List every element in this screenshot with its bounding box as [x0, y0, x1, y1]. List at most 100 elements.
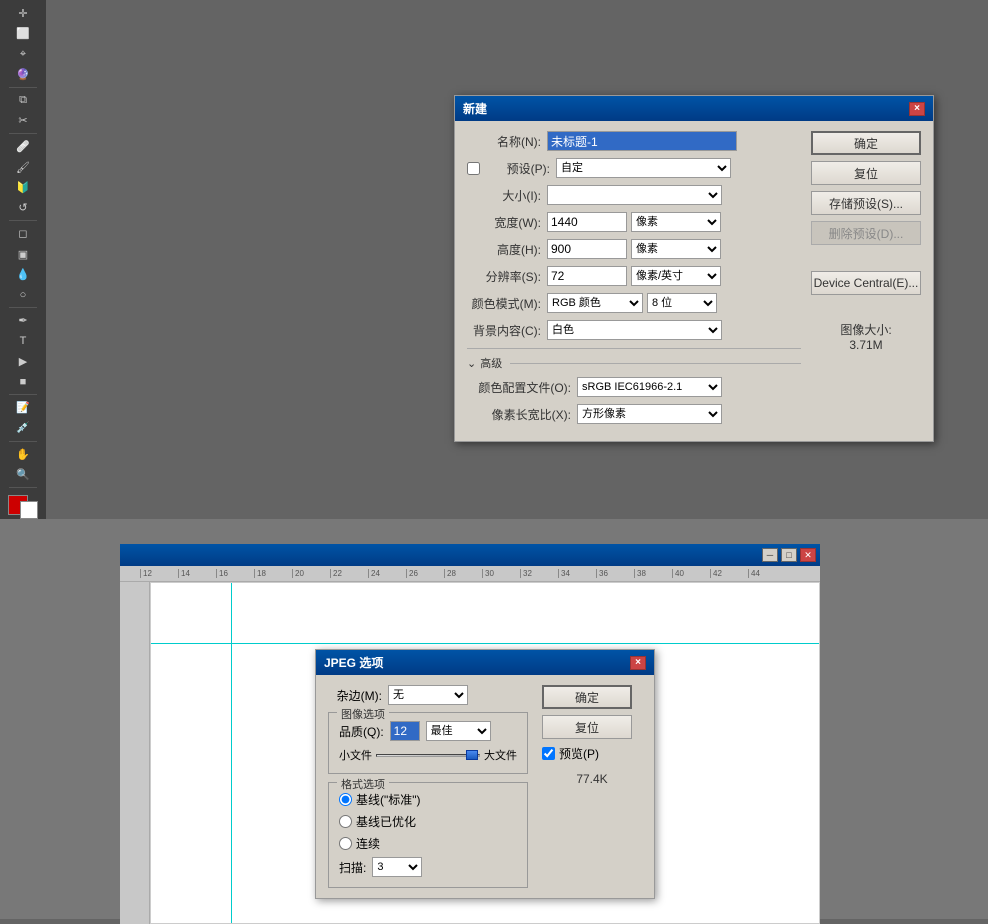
jpeg-top-section: 杂边(M): 无 图像选项 品质(Q):: [328, 685, 642, 888]
notes-tool[interactable]: 📝: [10, 398, 36, 417]
jpeg-right-section: 确定 复位 预览(P) 77.4K: [542, 685, 642, 786]
close-button[interactable]: ✕: [800, 548, 816, 562]
color-profile-select[interactable]: sRGB IEC61966-2.1: [577, 377, 722, 397]
quality-preset-select[interactable]: 最佳: [426, 721, 491, 741]
height-input[interactable]: [547, 239, 627, 259]
background-select[interactable]: 白色: [547, 320, 722, 340]
marquee-tool[interactable]: ⬜: [10, 24, 36, 43]
ruler-mark: 30: [482, 569, 520, 578]
width-unit-select[interactable]: 像素: [631, 212, 721, 232]
preview-check: 预览(P): [542, 745, 642, 762]
eyedropper-tool[interactable]: 💉: [10, 418, 36, 437]
jpeg-ok-button[interactable]: 确定: [542, 685, 632, 709]
horizontal-guide: [151, 643, 819, 644]
quality-input[interactable]: [390, 721, 420, 741]
pixel-ratio-select[interactable]: 方形像素: [577, 404, 722, 424]
size-label: 大小(I):: [467, 187, 547, 204]
pen-tool[interactable]: ✒: [10, 311, 36, 330]
resolution-input[interactable]: [547, 266, 627, 286]
matte-select[interactable]: 无: [388, 685, 468, 705]
advanced-section: ⌄ 高级 颜色配置文件(O): sRGB IEC61966-2.1 像素长宽比(…: [467, 348, 801, 424]
ruler-mark: 20: [292, 569, 330, 578]
history-brush-tool[interactable]: ↺: [10, 198, 36, 217]
maximize-button[interactable]: □: [781, 548, 797, 562]
slider-track: [376, 754, 480, 757]
type-tool[interactable]: T: [10, 331, 36, 350]
progressive-label: 连续: [356, 835, 380, 852]
pixel-ratio-row: 像素长宽比(X): 方形像素: [467, 404, 801, 424]
quality-slider-row: 小文件 大文件: [339, 747, 517, 763]
lasso-tool[interactable]: ⌖: [10, 45, 36, 64]
format-options-group: 格式选项 基线("标准") 基线已优化 连续: [328, 782, 528, 888]
preset-checkbox[interactable]: [467, 162, 480, 175]
image-options-group: 图像选项 品质(Q): 最佳 小文件: [328, 712, 528, 774]
dialog-close-button[interactable]: ×: [909, 102, 925, 116]
device-central-button[interactable]: Device Central(E)...: [811, 271, 921, 295]
zoom-tool[interactable]: 🔍: [10, 465, 36, 484]
ruler-mark: 34: [558, 569, 596, 578]
dodge-tool[interactable]: ○: [10, 285, 36, 304]
quality-row: 品质(Q): 最佳: [339, 721, 517, 741]
size-select[interactable]: [547, 185, 722, 205]
slice-tool[interactable]: ✂: [10, 111, 36, 130]
stamp-tool[interactable]: 🔰: [10, 178, 36, 197]
resolution-unit-select[interactable]: 像素/英寸: [631, 266, 721, 286]
dialog-title: 新建: [463, 100, 487, 117]
reset-button[interactable]: 复位: [811, 161, 921, 185]
save-preset-button[interactable]: 存储预设(S)...: [811, 191, 921, 215]
hand-tool[interactable]: ✋: [10, 444, 36, 463]
separator7: [9, 487, 37, 488]
blur-tool[interactable]: 💧: [10, 265, 36, 284]
width-row: 宽度(W): 像素: [467, 212, 801, 232]
preset-label: 预设(P):: [484, 160, 556, 177]
baseline-standard-radio[interactable]: [339, 793, 352, 806]
resolution-label: 分辨率(S):: [467, 268, 547, 285]
color-mode-select[interactable]: RGB 颜色: [547, 293, 643, 313]
scan-select[interactable]: 3: [372, 857, 422, 877]
color-picker[interactable]: [8, 495, 38, 519]
separator5: [9, 394, 37, 395]
background-color[interactable]: [20, 501, 38, 519]
preview-checkbox[interactable]: [542, 747, 555, 760]
ruler-mark: 16: [216, 569, 254, 578]
baseline-optimized-label: 基线已优化: [356, 813, 416, 830]
ok-button[interactable]: 确定: [811, 131, 921, 155]
ruler-mark: 40: [672, 569, 710, 578]
background-row: 背景内容(C): 白色: [467, 320, 801, 340]
preset-row: 预设(P): 自定: [467, 158, 801, 178]
jpeg-dialog-title: JPEG 选项: [324, 654, 383, 671]
crop-tool[interactable]: ⧉: [10, 91, 36, 110]
ruler-mark: 36: [596, 569, 634, 578]
width-input[interactable]: [547, 212, 627, 232]
width-label: 宽度(W):: [467, 214, 547, 231]
vertical-guide: [231, 583, 232, 923]
move-tool[interactable]: ✛: [10, 4, 36, 23]
preset-select[interactable]: 自定: [556, 158, 731, 178]
path-select-tool[interactable]: ▶: [10, 352, 36, 371]
slider-thumb[interactable]: [466, 750, 478, 760]
scan-label: 扫描:: [339, 859, 366, 876]
height-unit-select[interactable]: 像素: [631, 239, 721, 259]
preview-label: 预览(P): [559, 745, 599, 762]
shape-tool[interactable]: ■: [10, 372, 36, 391]
image-info-label: 图像大小:: [811, 321, 921, 338]
ruler-mark: 38: [634, 569, 672, 578]
name-input[interactable]: [547, 131, 737, 151]
progressive-radio[interactable]: [339, 837, 352, 850]
bottom-area: ─ □ ✕ 12 14 16 18 20 22 24 26 28 30 32 3…: [0, 519, 988, 919]
separator3: [9, 220, 37, 221]
eraser-tool[interactable]: ◻: [10, 224, 36, 243]
file-size: 77.4K: [542, 772, 642, 786]
quality-slider[interactable]: [376, 749, 480, 761]
healing-tool[interactable]: 🩹: [10, 137, 36, 156]
bit-depth-select[interactable]: 8 位: [647, 293, 717, 313]
baseline-optimized-radio[interactable]: [339, 815, 352, 828]
minimize-button[interactable]: ─: [762, 548, 778, 562]
horizontal-ruler: 12 14 16 18 20 22 24 26 28 30 32 34 36 3…: [120, 566, 820, 582]
gradient-tool[interactable]: ▣: [10, 244, 36, 263]
brush-tool[interactable]: 🖌: [10, 158, 36, 177]
dialog-titlebar: 新建 ×: [455, 96, 933, 121]
jpeg-dialog-close-button[interactable]: ×: [630, 656, 646, 670]
jpeg-reset-button[interactable]: 复位: [542, 715, 632, 739]
quick-select-tool[interactable]: 🔮: [10, 65, 36, 84]
